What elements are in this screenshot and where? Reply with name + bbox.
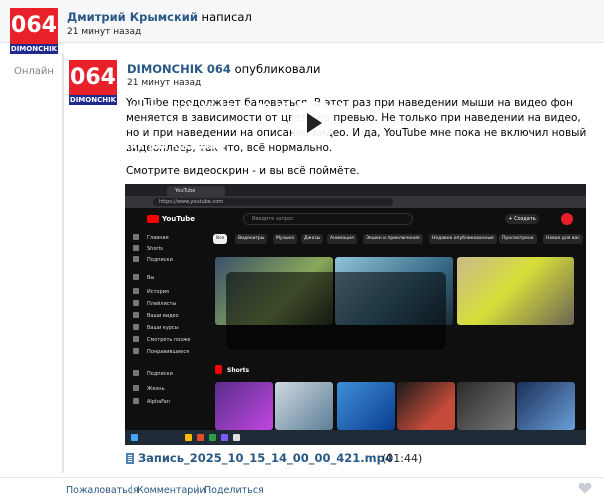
post-author-verb: написал — [201, 10, 252, 24]
short-thumbnail — [397, 382, 455, 430]
post-author-name[interactable]: Дмитрий Крымский — [67, 10, 198, 24]
yt-side-item: Плейлисты — [133, 300, 176, 307]
yt-side-item: История — [133, 288, 169, 295]
app-icon — [221, 434, 228, 441]
shorts-icon — [215, 365, 222, 374]
complain-link[interactable]: Пожаловаться — [66, 485, 139, 496]
browser-tab: YouTube — [167, 186, 225, 196]
post-time[interactable]: 21 минут назад — [67, 27, 141, 37]
app-icon — [233, 434, 240, 441]
youtube-chips: Все Видеоигры Музыка Джазы Анимация Экше… — [213, 234, 585, 244]
avatar-logo-number: 064 — [10, 8, 58, 44]
windows-taskbar — [125, 430, 586, 445]
repost-author-name[interactable]: DIMONCHIK 064 — [127, 62, 231, 76]
short-thumbnail — [337, 382, 395, 430]
short-thumbnail — [517, 382, 575, 430]
chip: Просмотрено — [499, 234, 537, 244]
video-thumbnail — [457, 257, 574, 325]
app-icon — [209, 434, 216, 441]
post-footer: Пожаловаться | Комментарии | Поделиться — [0, 477, 604, 499]
browser-url-text: https://www.youtube.com — [159, 199, 224, 205]
chip: Недавно опубликованные — [429, 234, 497, 244]
youtube-sidebar: Главная Shorts Подписки Вы История Плейл… — [125, 230, 207, 430]
separator: | — [196, 484, 200, 495]
youtube-search-placeholder: Введите запрос — [252, 216, 294, 222]
like-heart-icon[interactable] — [578, 482, 592, 494]
start-icon — [131, 434, 138, 441]
short-thumbnail — [275, 382, 333, 430]
app-icon — [197, 434, 204, 441]
yt-side-item: Shorts — [133, 245, 163, 252]
yt-side-item: Ваши видео — [133, 312, 179, 319]
online-status: Онлайн — [14, 66, 54, 77]
post-author-line: Дмитрий Крымский написал — [67, 10, 252, 24]
repost-author-line: DIMONCHIK 064 опубликовали — [127, 62, 321, 76]
video-overlay-author: Дмитрий Крымский — [122, 142, 225, 152]
youtube-create-button: + Создать — [505, 214, 539, 224]
share-link[interactable]: Поделиться — [204, 485, 264, 496]
repost-avatar[interactable]: 064 DIMONCHIK — [69, 60, 117, 105]
yt-side-item: Смотреть позже — [133, 336, 191, 343]
repost-logo-brand: DIMONCHIK — [69, 95, 117, 105]
video-overlay-title: Запись_2025_10_15_14_00_00_421.mp4 — [122, 102, 344, 113]
browser-tabs: YouTube — [125, 184, 586, 196]
shorts-title: Shorts — [227, 367, 250, 374]
separator: | — [130, 484, 134, 495]
youtube-topbar: YouTube Введите запрос + Создать — [125, 208, 586, 230]
youtube-search: Введите запрос — [243, 213, 413, 225]
yt-side-item: Вы — [133, 274, 154, 281]
youtube-logo-icon — [147, 215, 159, 223]
video-overlay — [226, 272, 446, 350]
youtube-logo-text: YouTube — [162, 215, 195, 223]
youtube-avatar — [561, 213, 573, 225]
yt-side-item: AlphaFan — [133, 398, 170, 405]
browser-url: https://www.youtube.com — [153, 198, 393, 206]
chip: Музыка — [273, 234, 297, 244]
chip: Анимация — [327, 234, 357, 244]
browser-address-bar: https://www.youtube.com — [125, 196, 586, 208]
folder-icon — [185, 434, 192, 441]
video-file-icon — [126, 453, 134, 464]
post-text-second: Смотрите видеоскрин - и вы всё поймёте. — [126, 165, 360, 177]
repost-time[interactable]: 21 минут назад — [127, 78, 201, 88]
yt-side-item: Ваши курсы — [133, 324, 179, 331]
play-button-icon[interactable] — [290, 101, 334, 145]
chip: Видеоигры — [235, 234, 268, 244]
yt-side-item: Главная — [133, 234, 169, 241]
chip: Новое для вас — [543, 234, 583, 244]
browser-tab-title: YouTube — [175, 188, 196, 194]
short-thumbnail — [215, 382, 273, 430]
avatar-logo-brand: DIMONCHIK — [10, 44, 58, 54]
chip: Джазы — [301, 234, 324, 244]
yt-side-item: Подписки — [133, 256, 173, 263]
chip: Экшен и приключения — [363, 234, 423, 244]
short-thumbnail — [457, 382, 515, 430]
repost-logo-number: 064 — [69, 60, 117, 95]
repost-author-verb: опубликовали — [234, 62, 321, 76]
author-avatar[interactable]: 064 DIMONCHIK — [10, 8, 58, 54]
video-duration: (01:44) — [382, 452, 423, 465]
yt-side-item: Понравившиеся — [133, 348, 189, 355]
yt-side-item: Жизнь — [133, 385, 165, 392]
chip: Все — [213, 234, 228, 244]
yt-side-item: Подписки — [133, 370, 173, 377]
video-preview[interactable]: YouTube https://www.youtube.com YouTube … — [125, 184, 586, 445]
video-file-link[interactable]: Запись_2025_10_15_14_00_00_421.mp4 — [138, 451, 393, 465]
